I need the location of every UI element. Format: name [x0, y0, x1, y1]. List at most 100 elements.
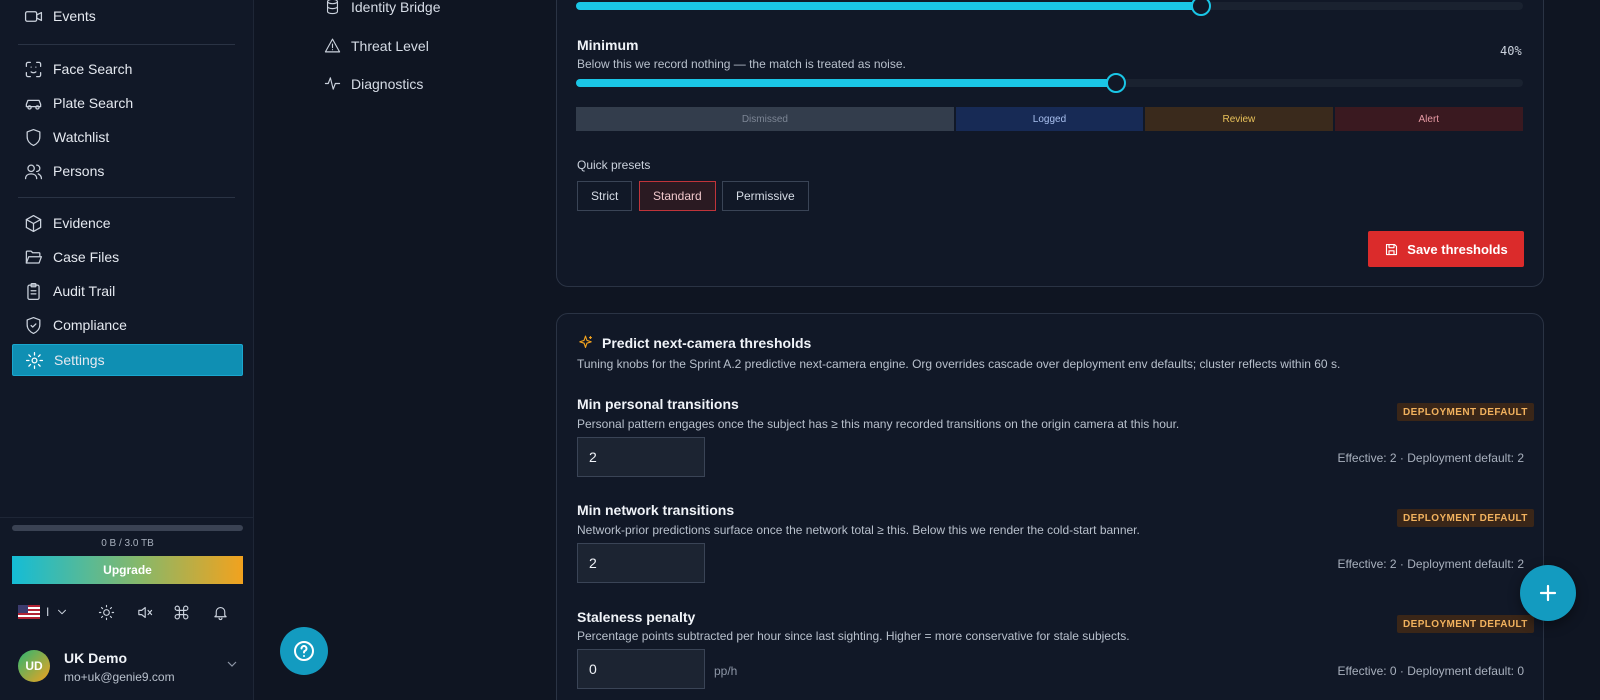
sidebar: Events Face Search Plate Search Watchlis…	[0, 0, 254, 700]
top-threshold-slider[interactable]	[576, 0, 1523, 16]
settings-nav-label: Threat Level	[351, 37, 429, 54]
settings-nav-threat-level[interactable]: Threat Level	[324, 37, 429, 54]
avatar: UD	[18, 650, 50, 682]
plus-icon	[1539, 584, 1557, 602]
sidebar-item-case-files[interactable]: Case Files	[12, 241, 243, 273]
predict-description: Tuning knobs for the Sprint A.2 predicti…	[577, 357, 1341, 371]
field-title: Min personal transitions	[577, 396, 739, 412]
sidebar-divider	[18, 44, 235, 45]
sidebar-item-face-search[interactable]: Face Search	[12, 53, 243, 85]
settings-nav-diagnostics[interactable]: Diagnostics	[324, 75, 423, 92]
clipboard-icon	[27, 282, 40, 300]
language-code: I	[46, 605, 50, 619]
sidebar-divider	[0, 517, 254, 518]
deployment-default-badge: DEPLOYMENT DEFAULT	[1397, 615, 1534, 633]
settings-nav-identity-bridge[interactable]: Identity Bridge	[324, 0, 441, 15]
sidebar-item-plate-search[interactable]: Plate Search	[12, 87, 243, 119]
sidebar-item-events[interactable]: Events	[12, 0, 243, 32]
sidebar-item-label: Watchlist	[53, 129, 110, 145]
sidebar-item-label: Evidence	[53, 215, 111, 231]
sidebar-item-label: Settings	[54, 352, 105, 368]
sidebar-item-audit-trail[interactable]: Audit Trail	[12, 275, 243, 307]
save-label: Save thresholds	[1407, 241, 1508, 257]
user-name: UK Demo	[64, 650, 128, 666]
band-dismissed: Dismissed	[576, 107, 954, 131]
band-review: Review	[1145, 107, 1333, 131]
help-button[interactable]	[280, 627, 328, 675]
field-description: Network-prior predictions surface once t…	[577, 523, 1140, 537]
bell-icon	[214, 606, 227, 620]
shield-icon	[26, 128, 41, 146]
sparkles-icon	[579, 335, 592, 349]
sidebar-item-label: Compliance	[53, 317, 127, 333]
add-fab-button[interactable]	[1520, 565, 1576, 621]
unit-label: pp/h	[714, 664, 738, 678]
min-network-transitions-input[interactable]	[577, 543, 705, 583]
storage-usage-text: 0 B / 3.0 TB	[101, 538, 154, 549]
language-selector[interactable]: I	[18, 600, 69, 624]
volume-mute-icon	[138, 606, 153, 618]
users-icon	[24, 164, 43, 179]
sidebar-item-persons[interactable]: Persons	[12, 155, 243, 187]
effective-value: Effective: 2 · Deployment default: 2	[1337, 557, 1524, 571]
us-flag-icon	[18, 605, 40, 619]
sidebar-item-label: Plate Search	[53, 95, 134, 111]
save-thresholds-button[interactable]: Save thresholds	[1368, 231, 1524, 267]
minimum-title: Minimum	[577, 37, 639, 53]
box-icon	[25, 214, 42, 232]
quick-presets-title: Quick presets	[577, 158, 651, 172]
sidebar-item-compliance[interactable]: Compliance	[12, 309, 243, 341]
database-icon	[326, 0, 339, 15]
sidebar-item-watchlist[interactable]: Watchlist	[12, 121, 243, 153]
slider-fill	[576, 79, 1116, 87]
preset-standard-button[interactable]: Standard	[639, 181, 716, 211]
storage-progress-bar	[12, 525, 243, 531]
upgrade-button[interactable]: Upgrade	[12, 556, 243, 584]
sidebar-item-label: Case Files	[53, 249, 120, 265]
warning-triangle-icon	[324, 38, 341, 53]
field-title: Staleness penalty	[577, 609, 696, 625]
sidebar-item-settings[interactable]: Settings	[12, 344, 243, 376]
deployment-default-badge: DEPLOYMENT DEFAULT	[1397, 403, 1534, 421]
settings-nav-label: Diagnostics	[351, 75, 424, 92]
user-menu-toggle[interactable]	[224, 656, 240, 677]
band-logged: Logged	[955, 107, 1144, 131]
theme-toggle[interactable]	[98, 600, 115, 624]
sidebar-item-label: Face Search	[53, 61, 133, 77]
activity-icon	[324, 77, 341, 90]
min-personal-transitions-input[interactable]	[577, 437, 705, 477]
minimum-threshold-slider[interactable]	[576, 73, 1523, 93]
sun-icon	[98, 604, 115, 620]
utility-toolbar: I	[18, 600, 240, 624]
sidebar-item-evidence[interactable]: Evidence	[12, 207, 243, 239]
effective-value: Effective: 0 · Deployment default: 0	[1337, 664, 1524, 678]
user-email: mo+uk@genie9.com	[64, 670, 175, 684]
effective-value: Effective: 2 · Deployment default: 2	[1337, 451, 1524, 465]
minimum-description: Below this we record nothing — the match…	[577, 57, 906, 71]
notifications-button[interactable]	[212, 600, 229, 624]
predict-title: Predict next-camera thresholds	[577, 334, 811, 351]
field-description: Percentage points subtracted per hour si…	[577, 629, 1130, 643]
settings-nav-label: Identity Bridge	[351, 0, 441, 15]
face-scan-icon	[25, 61, 42, 77]
threshold-bands: Dismissed Logged Review Alert	[576, 107, 1523, 131]
slider-fill	[576, 2, 1202, 10]
chevron-down-icon	[227, 661, 237, 667]
mute-toggle[interactable]	[136, 600, 153, 624]
help-circle-icon	[294, 641, 314, 661]
save-icon	[1386, 243, 1398, 255]
shield-check-icon	[26, 316, 41, 334]
folder-open-icon	[25, 250, 43, 264]
preset-permissive-button[interactable]: Permissive	[722, 181, 809, 211]
chevron-down-icon	[58, 609, 67, 615]
user-menu[interactable]: UD UK Demo mo+uk@genie9.com	[18, 648, 240, 688]
band-alert: Alert	[1334, 107, 1523, 131]
command-icon	[174, 605, 189, 619]
sidebar-item-label: Events	[53, 8, 96, 24]
sidebar-item-label: Audit Trail	[53, 283, 116, 299]
command-palette-button[interactable]	[173, 600, 190, 624]
slider-thumb[interactable]	[1105, 73, 1126, 93]
staleness-penalty-input[interactable]	[577, 649, 705, 689]
preset-strict-button[interactable]: Strict	[577, 181, 633, 211]
field-description: Personal pattern engages once the subjec…	[577, 417, 1180, 431]
